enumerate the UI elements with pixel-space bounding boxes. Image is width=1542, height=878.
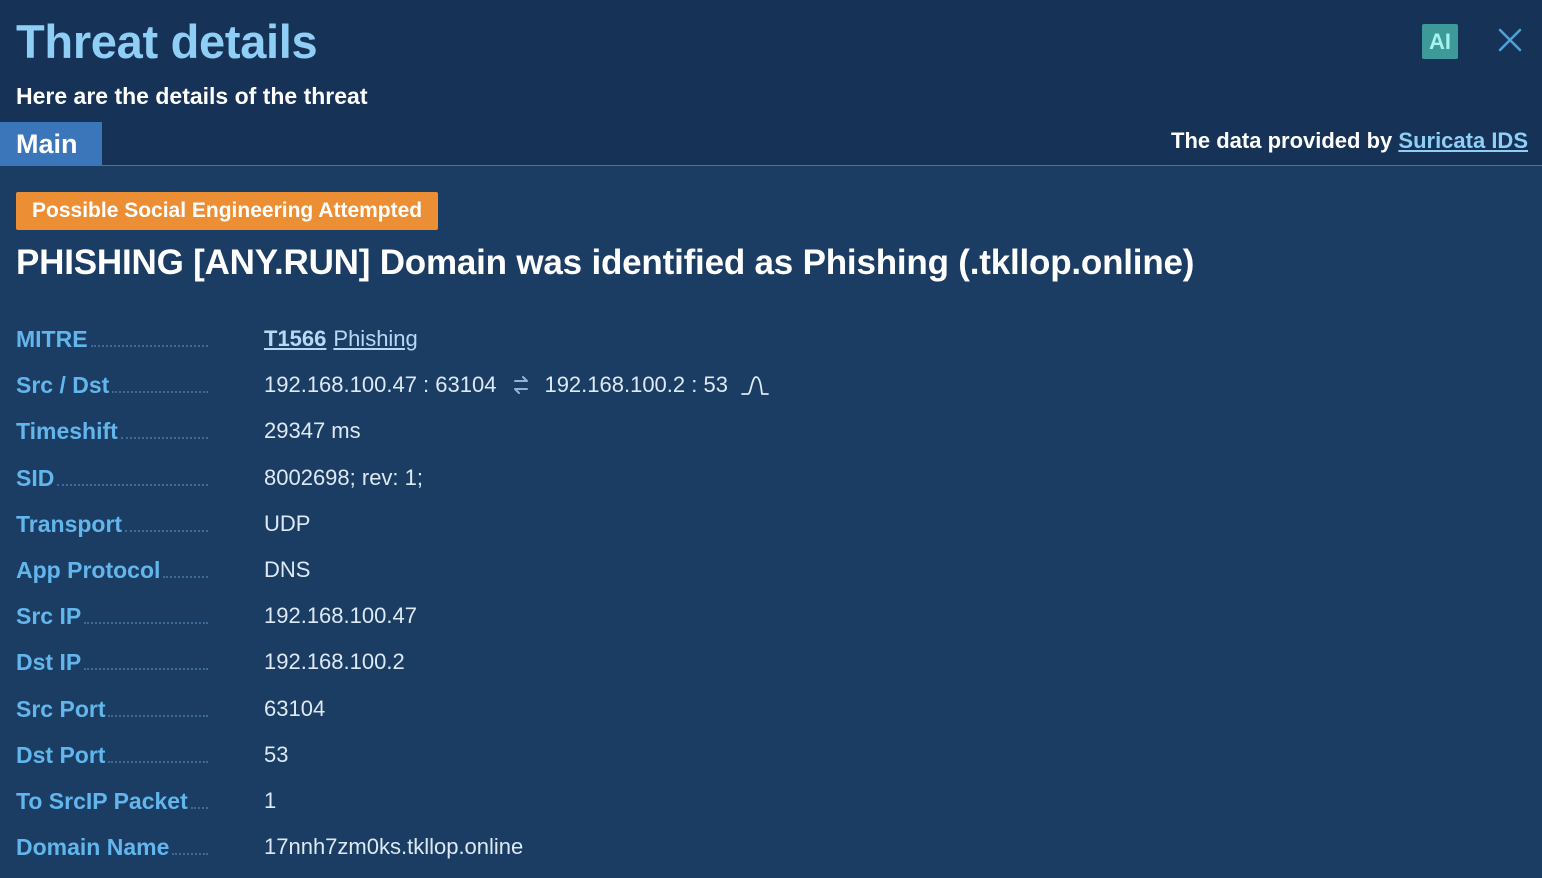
src-endpoint: 192.168.100.47 : 63104 bbox=[264, 372, 497, 398]
swap-arrows-icon bbox=[514, 376, 529, 395]
alert-signature: PHISHING [ANY.RUN] Domain was identified… bbox=[16, 243, 1195, 282]
signal-wave-icon[interactable] bbox=[740, 373, 770, 397]
provider-prefix: The data provided by bbox=[1171, 128, 1393, 153]
detail-value: UDP bbox=[264, 510, 311, 536]
detail-row-to-srcip-packet: To SrcIP Packet 1 bbox=[16, 778, 1516, 824]
detail-label: Src Port bbox=[16, 695, 106, 722]
detail-row-app-protocol: App Protocol DNS bbox=[16, 547, 1516, 593]
detail-label: Dst Port bbox=[16, 741, 106, 768]
dot-leader bbox=[125, 529, 208, 532]
detail-value: 53 bbox=[264, 741, 289, 767]
detail-value: DNS bbox=[264, 556, 311, 582]
detail-label: SID bbox=[16, 464, 55, 491]
provider-link[interactable]: Suricata IDS bbox=[1398, 128, 1528, 153]
detail-label: MITRE bbox=[16, 326, 88, 352]
dot-leader bbox=[163, 575, 208, 578]
dot-leader bbox=[84, 622, 208, 625]
detail-row-src-ip: Src IP 192.168.100.47 bbox=[16, 593, 1516, 639]
detail-label: Transport bbox=[16, 510, 123, 537]
ai-button[interactable]: AI bbox=[1422, 24, 1458, 59]
detail-label: Dst IP bbox=[16, 649, 82, 676]
detail-value: 17nnh7zm0ks.tkllop.online bbox=[264, 834, 524, 860]
detail-value: 63104 bbox=[264, 695, 326, 721]
dot-leader bbox=[120, 437, 208, 440]
dot-leader bbox=[84, 668, 208, 671]
detail-row-timeshift: Timeshift 29347 ms bbox=[16, 408, 1516, 454]
close-button[interactable] bbox=[1496, 26, 1524, 54]
detail-row-transport: Transport UDP bbox=[16, 501, 1516, 547]
detail-label: Domain Name bbox=[16, 834, 170, 861]
detail-row-dst-port: Dst Port 53 bbox=[16, 732, 1516, 778]
details-list: MITRE T1566 Phishing Src / Dst 192.168.10… bbox=[16, 316, 1516, 870]
mitre-technique-id: T1566 bbox=[264, 326, 327, 351]
detail-row-mitre: MITRE T1566 Phishing bbox=[16, 316, 1516, 362]
detail-row-src-dst: Src / Dst 192.168.100.47 : 63104 192.168… bbox=[16, 362, 1516, 408]
data-provider-note: The data provided by Suricata IDS bbox=[1171, 127, 1528, 155]
dot-leader bbox=[90, 345, 208, 347]
close-icon bbox=[1498, 28, 1522, 52]
dot-leader bbox=[108, 760, 208, 763]
detail-row-src-port: Src Port 63104 bbox=[16, 686, 1516, 732]
detail-value: 29347 ms bbox=[264, 418, 361, 444]
detail-label: Src / Dst bbox=[16, 372, 110, 399]
detail-row-dst-ip: Dst IP 192.168.100.2 bbox=[16, 639, 1516, 685]
dot-leader bbox=[57, 483, 208, 486]
dot-leader bbox=[108, 714, 208, 717]
detail-label: Src IP bbox=[16, 603, 82, 630]
mitre-technique-name: Phishing bbox=[333, 326, 418, 351]
detail-label: Timeshift bbox=[16, 418, 118, 445]
threat-details-panel: Threat details Here are the details of t… bbox=[0, 0, 1542, 878]
detail-label: To SrcIP Packet bbox=[16, 787, 188, 814]
panel-header: Threat details Here are the details of t… bbox=[0, 0, 1542, 166]
detail-value: 192.168.100.2 bbox=[264, 649, 405, 675]
page-title: Threat details bbox=[16, 15, 318, 68]
mitre-technique-link[interactable]: T1566 Phishing bbox=[264, 326, 418, 352]
detail-label: App Protocol bbox=[16, 556, 161, 583]
detail-value: 8002698; rev: 1; bbox=[264, 464, 424, 490]
detail-value: 1 bbox=[264, 787, 277, 813]
tab-main[interactable]: Main bbox=[0, 122, 102, 166]
dot-leader bbox=[172, 853, 208, 856]
dst-endpoint: 192.168.100.2 : 53 bbox=[544, 372, 728, 398]
detail-value: 192.168.100.47 bbox=[264, 603, 417, 629]
dot-leader bbox=[190, 806, 208, 809]
page-subtitle: Here are the details of the threat bbox=[16, 83, 368, 109]
detail-row-sid: SID 8002698; rev: 1; bbox=[16, 455, 1516, 501]
dot-leader bbox=[112, 391, 208, 394]
detail-row-domain-name: Domain Name 17nnh7zm0ks.tkllop.online bbox=[16, 824, 1516, 870]
category-badge: Possible Social Engineering Attempted bbox=[16, 192, 439, 230]
